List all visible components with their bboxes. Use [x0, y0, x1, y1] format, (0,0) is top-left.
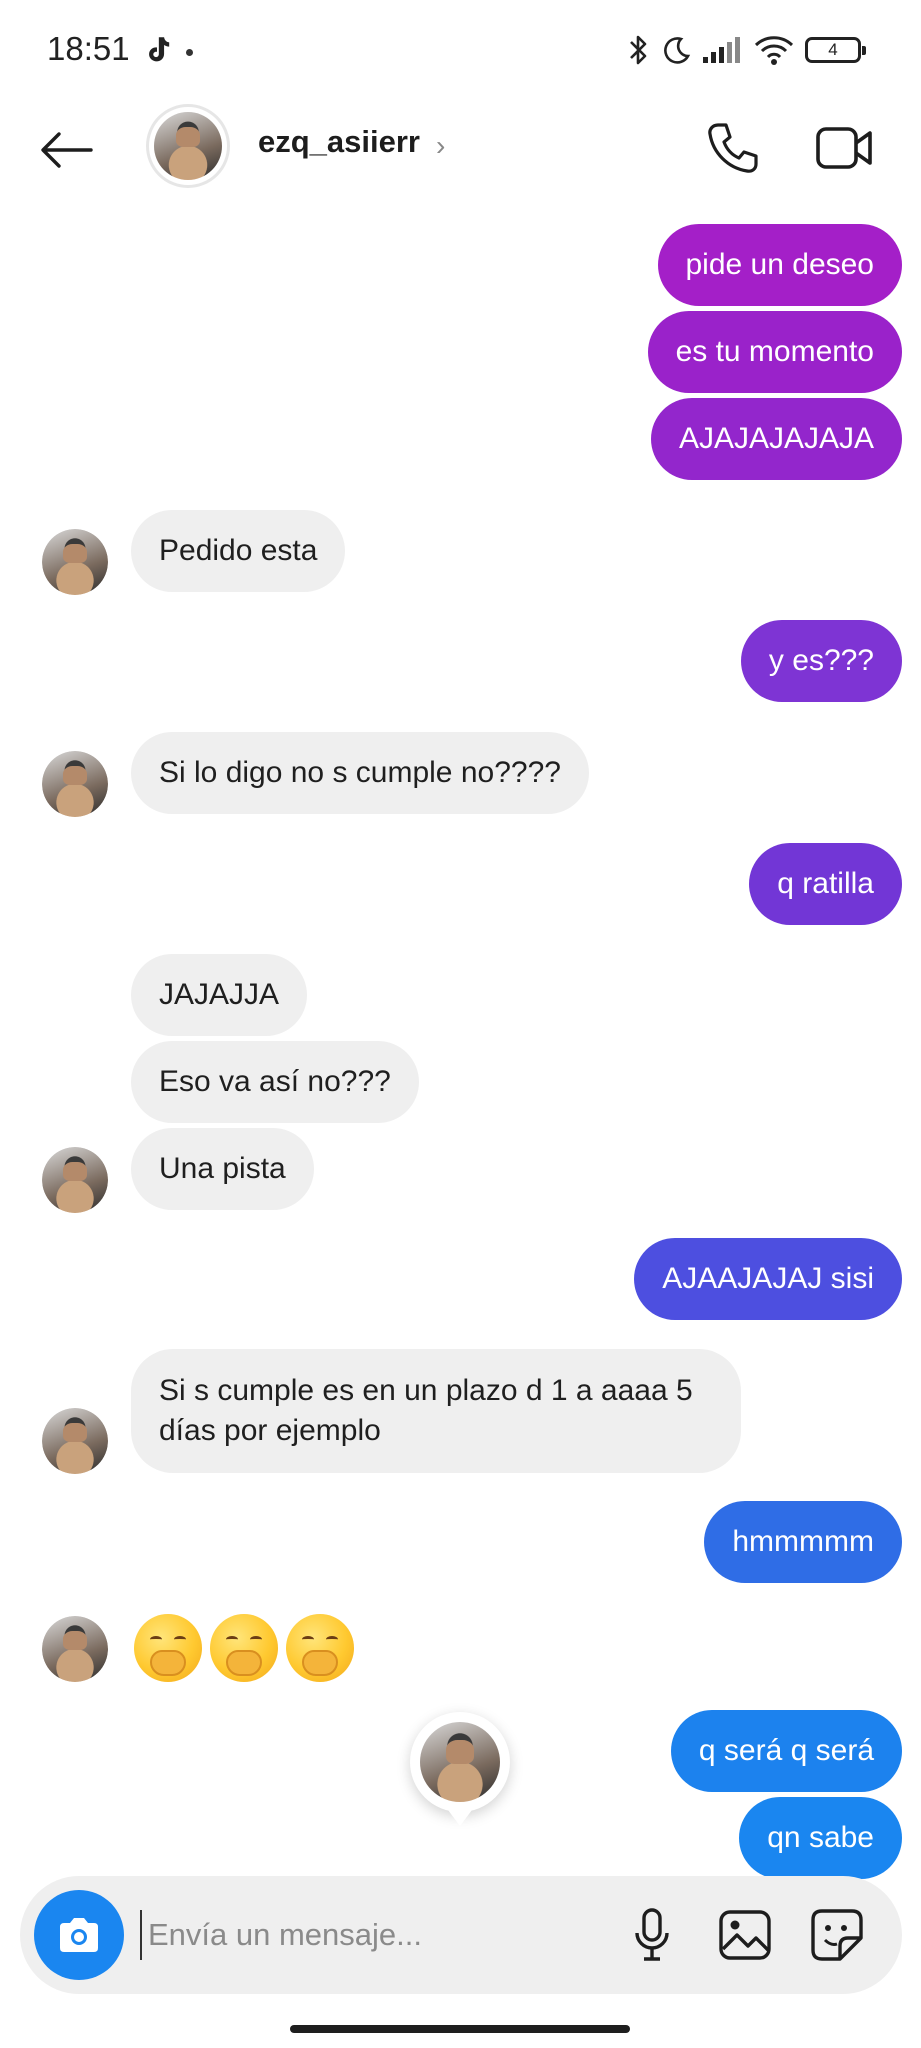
- seen-indicator-avatar: [410, 1712, 510, 1826]
- chevron-right-icon[interactable]: ›: [436, 130, 445, 162]
- gallery-button[interactable]: [714, 1904, 776, 1966]
- status-icons: 4: [627, 30, 866, 70]
- phone-icon: [708, 123, 758, 173]
- sent-message[interactable]: hmmmmm: [704, 1501, 902, 1583]
- hand-over-mouth-emoji-icon: [286, 1614, 354, 1682]
- message-input[interactable]: [140, 1910, 610, 1960]
- status-bar: 18:51 4: [0, 0, 921, 100]
- avatar-image: [42, 1147, 108, 1213]
- avatar-image: [154, 112, 222, 180]
- received-message[interactable]: Pedido esta: [131, 510, 346, 592]
- profile-username[interactable]: ezq_asiierr: [258, 124, 420, 160]
- hand-over-mouth-emoji-icon: [134, 1614, 202, 1682]
- sent-message[interactable]: es tu momento: [647, 311, 902, 393]
- received-emoji-message[interactable]: [134, 1614, 354, 1682]
- received-message[interactable]: Eso va así no???: [131, 1041, 419, 1123]
- sender-avatar: [42, 1147, 108, 1213]
- chat-header: ezq_asiierr ›: [0, 100, 921, 200]
- hand-over-mouth-emoji-icon: [210, 1614, 278, 1682]
- back-button[interactable]: [36, 120, 96, 180]
- received-message[interactable]: Si lo digo no s cumple no????: [131, 732, 589, 814]
- avatar-image: [42, 1408, 108, 1474]
- bluetooth-icon: [630, 35, 647, 65]
- moon-icon: [664, 37, 691, 64]
- avatar-image: [42, 1616, 108, 1682]
- received-message[interactable]: JAJAJJA: [131, 954, 308, 1036]
- status-time: 18:51: [47, 30, 130, 67]
- sent-message[interactable]: qn sabe: [739, 1797, 902, 1879]
- sender-avatar: [42, 529, 108, 595]
- profile-avatar[interactable]: [146, 104, 230, 188]
- avatar-image: [420, 1722, 500, 1802]
- sender-avatar: [42, 1408, 108, 1474]
- signal-icon: [703, 37, 740, 63]
- sent-message[interactable]: pide un deseo: [657, 224, 902, 306]
- gallery-icon: [719, 1910, 771, 1960]
- video-call-button[interactable]: [812, 116, 876, 180]
- notification-dot: [186, 49, 193, 56]
- back-arrow-icon: [41, 132, 93, 168]
- sent-message[interactable]: q será q será: [670, 1710, 902, 1792]
- voice-call-button[interactable]: [700, 116, 764, 180]
- sent-message[interactable]: q ratilla: [749, 843, 902, 925]
- battery-icon: 4: [805, 37, 866, 63]
- sent-message[interactable]: AJAAJAJAJ sisi: [634, 1238, 902, 1320]
- message-composer: [20, 1876, 902, 1994]
- received-message[interactable]: Una pista: [131, 1128, 314, 1210]
- tiktok-icon: [149, 37, 170, 62]
- microphone-button[interactable]: [622, 1904, 682, 1966]
- avatar-image: [42, 529, 108, 595]
- sent-message[interactable]: AJAJAJAJAJA: [650, 398, 902, 480]
- sender-avatar: [42, 1616, 108, 1682]
- avatar-image: [42, 751, 108, 817]
- microphone-icon: [635, 1908, 669, 1961]
- camera-button[interactable]: [34, 1890, 124, 1980]
- sticker-button[interactable]: [806, 1904, 868, 1966]
- video-icon: [816, 127, 872, 169]
- sent-message[interactable]: y es???: [740, 620, 902, 702]
- camera-icon: [60, 1918, 98, 1952]
- received-message[interactable]: Si s cumple es en un plazo d 1 a aaaa 5 …: [131, 1349, 741, 1473]
- home-indicator[interactable]: [290, 2025, 630, 2033]
- sender-avatar: [42, 751, 108, 817]
- sticker-icon: [811, 1909, 863, 1961]
- wifi-icon: [754, 36, 794, 65]
